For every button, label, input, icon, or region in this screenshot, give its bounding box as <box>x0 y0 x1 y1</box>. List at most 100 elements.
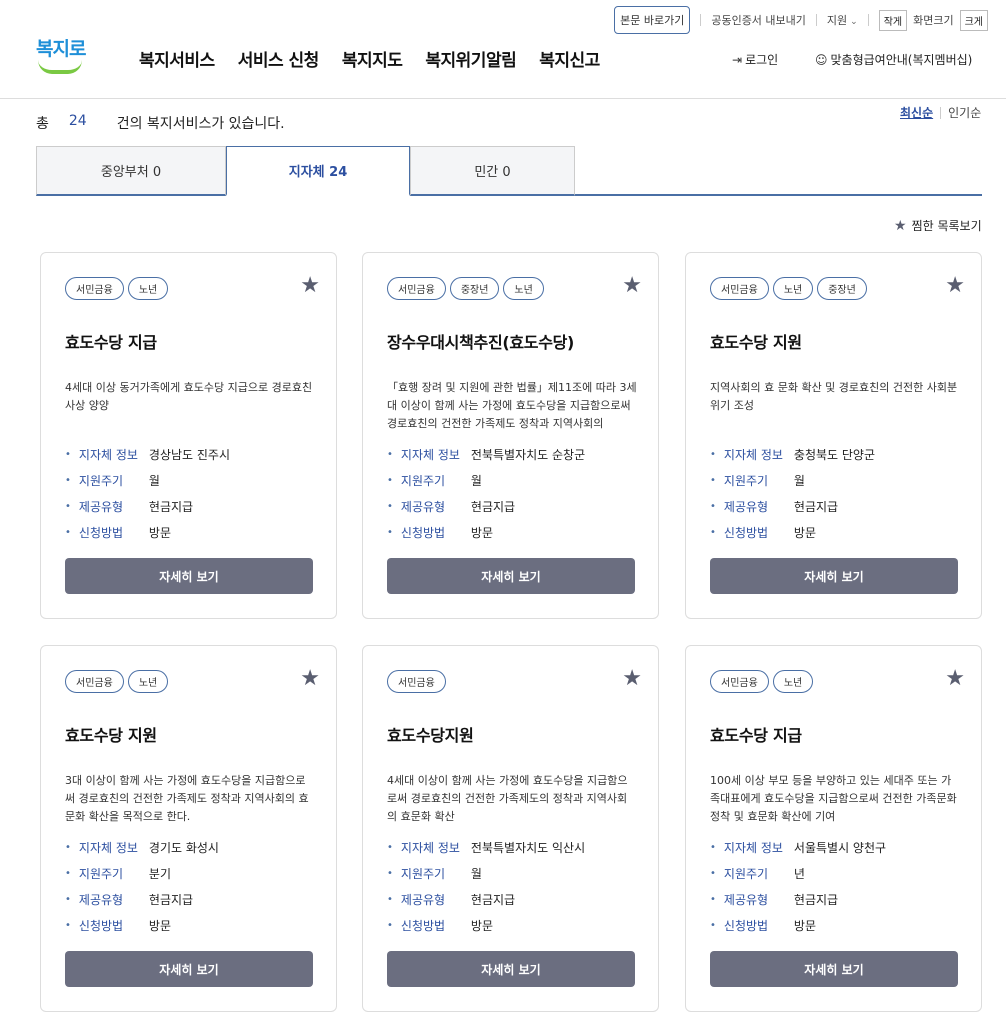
favorite-star-icon[interactable]: ★ <box>945 668 965 690</box>
card-title: 효도수당 지급 <box>65 333 157 352</box>
info-value: 전북특별자치도 익산시 <box>470 840 586 855</box>
skip-to-content-link[interactable]: 본문 바로가기 <box>614 6 691 34</box>
info-label: 신청방법 <box>400 525 446 540</box>
membership-label: 맞춤형급여안내(복지멤버십) <box>830 53 973 67</box>
info-row-type: • 제공유형 현금지급 <box>65 493 230 519</box>
font-small-button[interactable]: 작게 <box>878 9 908 31</box>
info-row-method: • 신청방법 방문 <box>387 912 585 938</box>
card-info-list: • 지자체 정보 전북특별자치도 익산시 • 지원주기 월 • 제공유형 현금지급 • 신청방법 방문 <box>387 834 585 938</box>
star-icon: ★ <box>894 217 907 234</box>
card-title: 효도수당 지원 <box>65 726 157 745</box>
chevron-down-icon: ⌄ <box>850 17 858 27</box>
info-value: 월 <box>470 473 482 488</box>
info-value: 월 <box>148 473 160 488</box>
detail-button[interactable]: 자세히 보기 <box>387 951 635 987</box>
nav-welfare-report[interactable]: 복지신고 <box>539 46 600 71</box>
info-label: 지자체 정보 <box>723 840 783 855</box>
bullet-icon: • <box>710 841 716 853</box>
card-title: 장수우대시책추진(효도수당) <box>387 333 575 352</box>
detail-button[interactable]: 자세히 보기 <box>65 951 313 987</box>
category-tag: 서민금융 <box>387 277 446 300</box>
favorite-star-icon[interactable]: ★ <box>300 275 320 297</box>
info-row-method: • 신청방법 방문 <box>387 519 585 545</box>
info-value: 현금지급 <box>470 892 516 907</box>
nav-welfare-map[interactable]: 복지지도 <box>342 46 403 71</box>
info-value: 방문 <box>470 525 493 540</box>
category-tag: 중장년 <box>817 277 867 300</box>
bullet-icon: • <box>710 919 716 931</box>
favorites-list-link[interactable]: ★ 찜한 목록보기 <box>894 217 982 234</box>
cert-export-link[interactable]: 공동인증서 내보내기 <box>711 12 806 28</box>
detail-button[interactable]: 자세히 보기 <box>710 558 958 594</box>
sort-latest[interactable]: 최신순 <box>900 104 933 121</box>
membership-link[interactable]: ☺ 맞춤형급여안내(복지멤버십) <box>815 51 972 68</box>
category-tag: 노년 <box>127 670 169 693</box>
logo-swoosh-icon <box>38 60 82 74</box>
login-icon: ⇥ <box>732 52 743 67</box>
info-row-region: • 지자체 정보 서울특별시 양천구 <box>710 834 886 860</box>
info-value: 경기도 화성시 <box>148 840 219 855</box>
info-value: 경상남도 진주시 <box>148 447 231 462</box>
divider <box>867 14 869 26</box>
card-description: 「효행 장려 및 지원에 관한 법률」제11조에 따라 3세대 이상이 함께 사… <box>387 381 637 430</box>
support-menu[interactable]: 지원 ⌄ <box>827 12 858 28</box>
favorite-star-icon[interactable]: ★ <box>622 275 642 297</box>
category-tag: 서민금융 <box>387 670 446 693</box>
card-description: 4세대 이상이 함께 사는 가정에 효도수당을 지급함으로써 경로효친의 건전한… <box>387 774 628 823</box>
tag-list: 서민금융 중장년 노년 <box>387 277 544 300</box>
category-tag: 노년 <box>127 277 169 300</box>
info-label: 신청방법 <box>400 918 446 933</box>
tag-list: 서민금융 노년 <box>710 670 814 693</box>
font-large-button[interactable]: 크게 <box>959 9 988 31</box>
tag-list: 서민금융 노년 중장년 <box>710 277 867 300</box>
info-row-cycle: • 지원주기 년 <box>710 860 886 886</box>
tab-central-gov[interactable]: 중앙부처 0 <box>36 146 226 196</box>
detail-button[interactable]: 자세히 보기 <box>710 951 958 987</box>
category-tag: 노년 <box>772 670 814 693</box>
bullet-icon: • <box>710 893 716 905</box>
card-description: 4세대 이상 동거가족에게 효도수당 지급으로 경로효친 사상 양양 <box>65 381 313 412</box>
detail-button[interactable]: 자세히 보기 <box>387 558 635 594</box>
info-label: 제공유형 <box>723 892 769 907</box>
tab-local-gov[interactable]: 지자체 24 <box>226 146 410 196</box>
info-row-method: • 신청방법 방문 <box>65 912 219 938</box>
info-label: 신청방법 <box>78 918 124 933</box>
bullet-icon: • <box>710 474 716 486</box>
nav-service-apply[interactable]: 서비스 신청 <box>238 46 320 71</box>
tab-private[interactable]: 민간 0 <box>410 146 575 196</box>
nav-welfare-services[interactable]: 복지서비스 <box>139 46 215 71</box>
favorite-star-icon[interactable]: ★ <box>622 668 642 690</box>
nav-crisis-alert[interactable]: 복지위기알림 <box>425 46 516 71</box>
service-card: 서민금융 노년 ★ 효도수당 지급 4세대 이상 동거가족에게 효도수당 지급으로 경로… <box>40 252 337 619</box>
card-title: 효도수당 지급 <box>710 726 802 745</box>
count-number: 24 <box>68 113 87 129</box>
info-value: 현금지급 <box>793 892 839 907</box>
site-logo[interactable]: 복지로 <box>36 34 88 76</box>
category-tag: 노년 <box>772 277 814 300</box>
info-value: 년 <box>793 866 805 881</box>
favorites-list-label: 찜한 목록보기 <box>911 219 982 233</box>
count-prefix: 총 <box>36 116 49 132</box>
card-info-list: • 지자체 정보 경기도 화성시 • 지원주기 분기 • 제공유형 현금지급 • 신청방법 방문 <box>65 834 219 938</box>
info-value: 현금지급 <box>148 499 194 514</box>
info-row-cycle: • 지원주기 분기 <box>65 860 219 886</box>
favorite-star-icon[interactable]: ★ <box>945 275 965 297</box>
bullet-icon: • <box>387 867 393 879</box>
detail-button[interactable]: 자세히 보기 <box>65 558 313 594</box>
card-description: 지역사회의 효 문화 확산 및 경로효친의 건전한 사회분위기 조성 <box>710 381 958 412</box>
info-value: 월 <box>793 473 805 488</box>
info-row-type: • 제공유형 현금지급 <box>387 886 585 912</box>
info-label: 신청방법 <box>78 525 124 540</box>
category-tag: 중장년 <box>449 277 500 300</box>
favorite-star-icon[interactable]: ★ <box>300 668 320 690</box>
bullet-icon: • <box>65 500 71 512</box>
login-link[interactable]: ⇥ 로그인 <box>732 51 778 68</box>
bullet-icon: • <box>65 841 71 853</box>
tag-list: 서민금융 노년 <box>65 670 169 693</box>
card-info-list: • 지자체 정보 경상남도 진주시 • 지원주기 월 • 제공유형 현금지급 • 신청방법 방문 <box>65 441 230 545</box>
info-value: 전북특별자치도 순창군 <box>470 447 586 462</box>
info-row-method: • 신청방법 방문 <box>710 912 886 938</box>
category-tabs: 중앙부처 0 지자체 24 민간 0 <box>36 146 982 196</box>
service-card: 서민금융 ★ 효도수당지원 4세대 이상이 함께 사는 가정에 효도수당을 지급함으로… <box>362 645 659 1012</box>
sort-popular[interactable]: 인기순 <box>948 104 981 121</box>
